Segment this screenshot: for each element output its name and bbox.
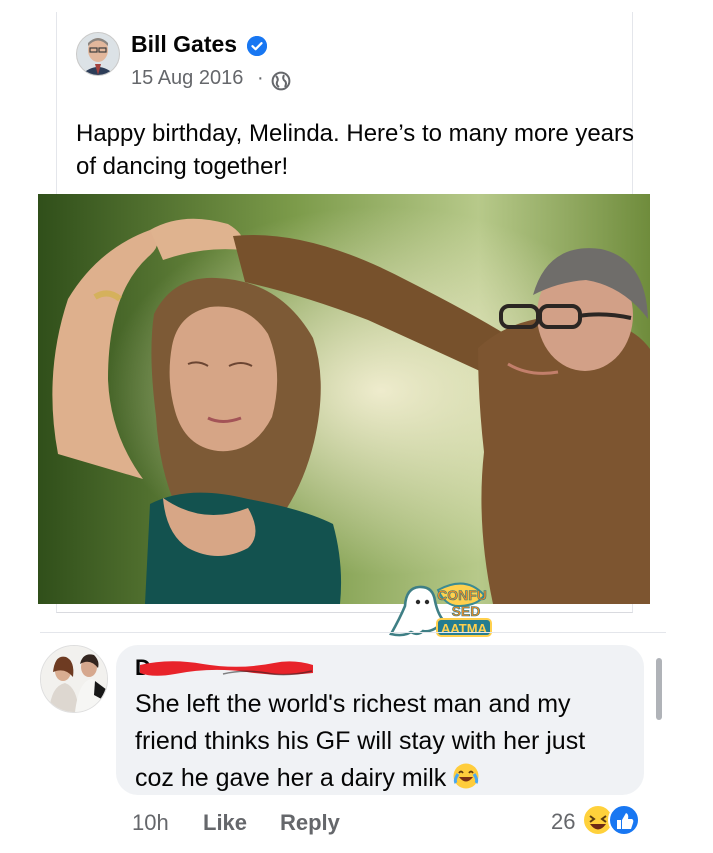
author-name[interactable]: Bill Gates xyxy=(131,31,237,58)
post-date[interactable]: 15 Aug 2016 xyxy=(131,67,243,90)
post-comment-divider xyxy=(40,632,666,633)
reaction-icons[interactable] xyxy=(581,802,641,838)
verified-badge-icon xyxy=(247,36,267,56)
like-reaction-icon xyxy=(608,804,640,836)
commenter-avatar[interactable] xyxy=(40,645,108,713)
post-text: Happy birthday, Melinda. Here’s to many … xyxy=(76,120,635,180)
comment-text: She left the world's richest man and my … xyxy=(135,686,620,797)
watermark-line-1: CONFU xyxy=(437,587,487,603)
redacted-commenter-name xyxy=(135,657,317,683)
post-photo[interactable] xyxy=(38,194,650,604)
watermark-logo: CONFU SED AATMA xyxy=(388,578,496,640)
reaction-count[interactable]: 26 xyxy=(551,809,575,835)
globe-icon xyxy=(271,71,291,91)
reply-button[interactable]: Reply xyxy=(280,810,340,836)
laughing-crying-emoji-icon xyxy=(452,762,480,790)
author-avatar[interactable] xyxy=(76,32,120,76)
like-button[interactable]: Like xyxy=(203,810,247,836)
watermark-line-3: AATMA xyxy=(441,621,488,636)
comment-text-content: She left the world's richest man and my … xyxy=(135,690,586,792)
separator-dot: · xyxy=(257,67,264,89)
comment-time[interactable]: 10h xyxy=(132,810,169,836)
watermark-line-2: SED xyxy=(452,603,481,619)
scrollbar[interactable] xyxy=(656,658,662,720)
